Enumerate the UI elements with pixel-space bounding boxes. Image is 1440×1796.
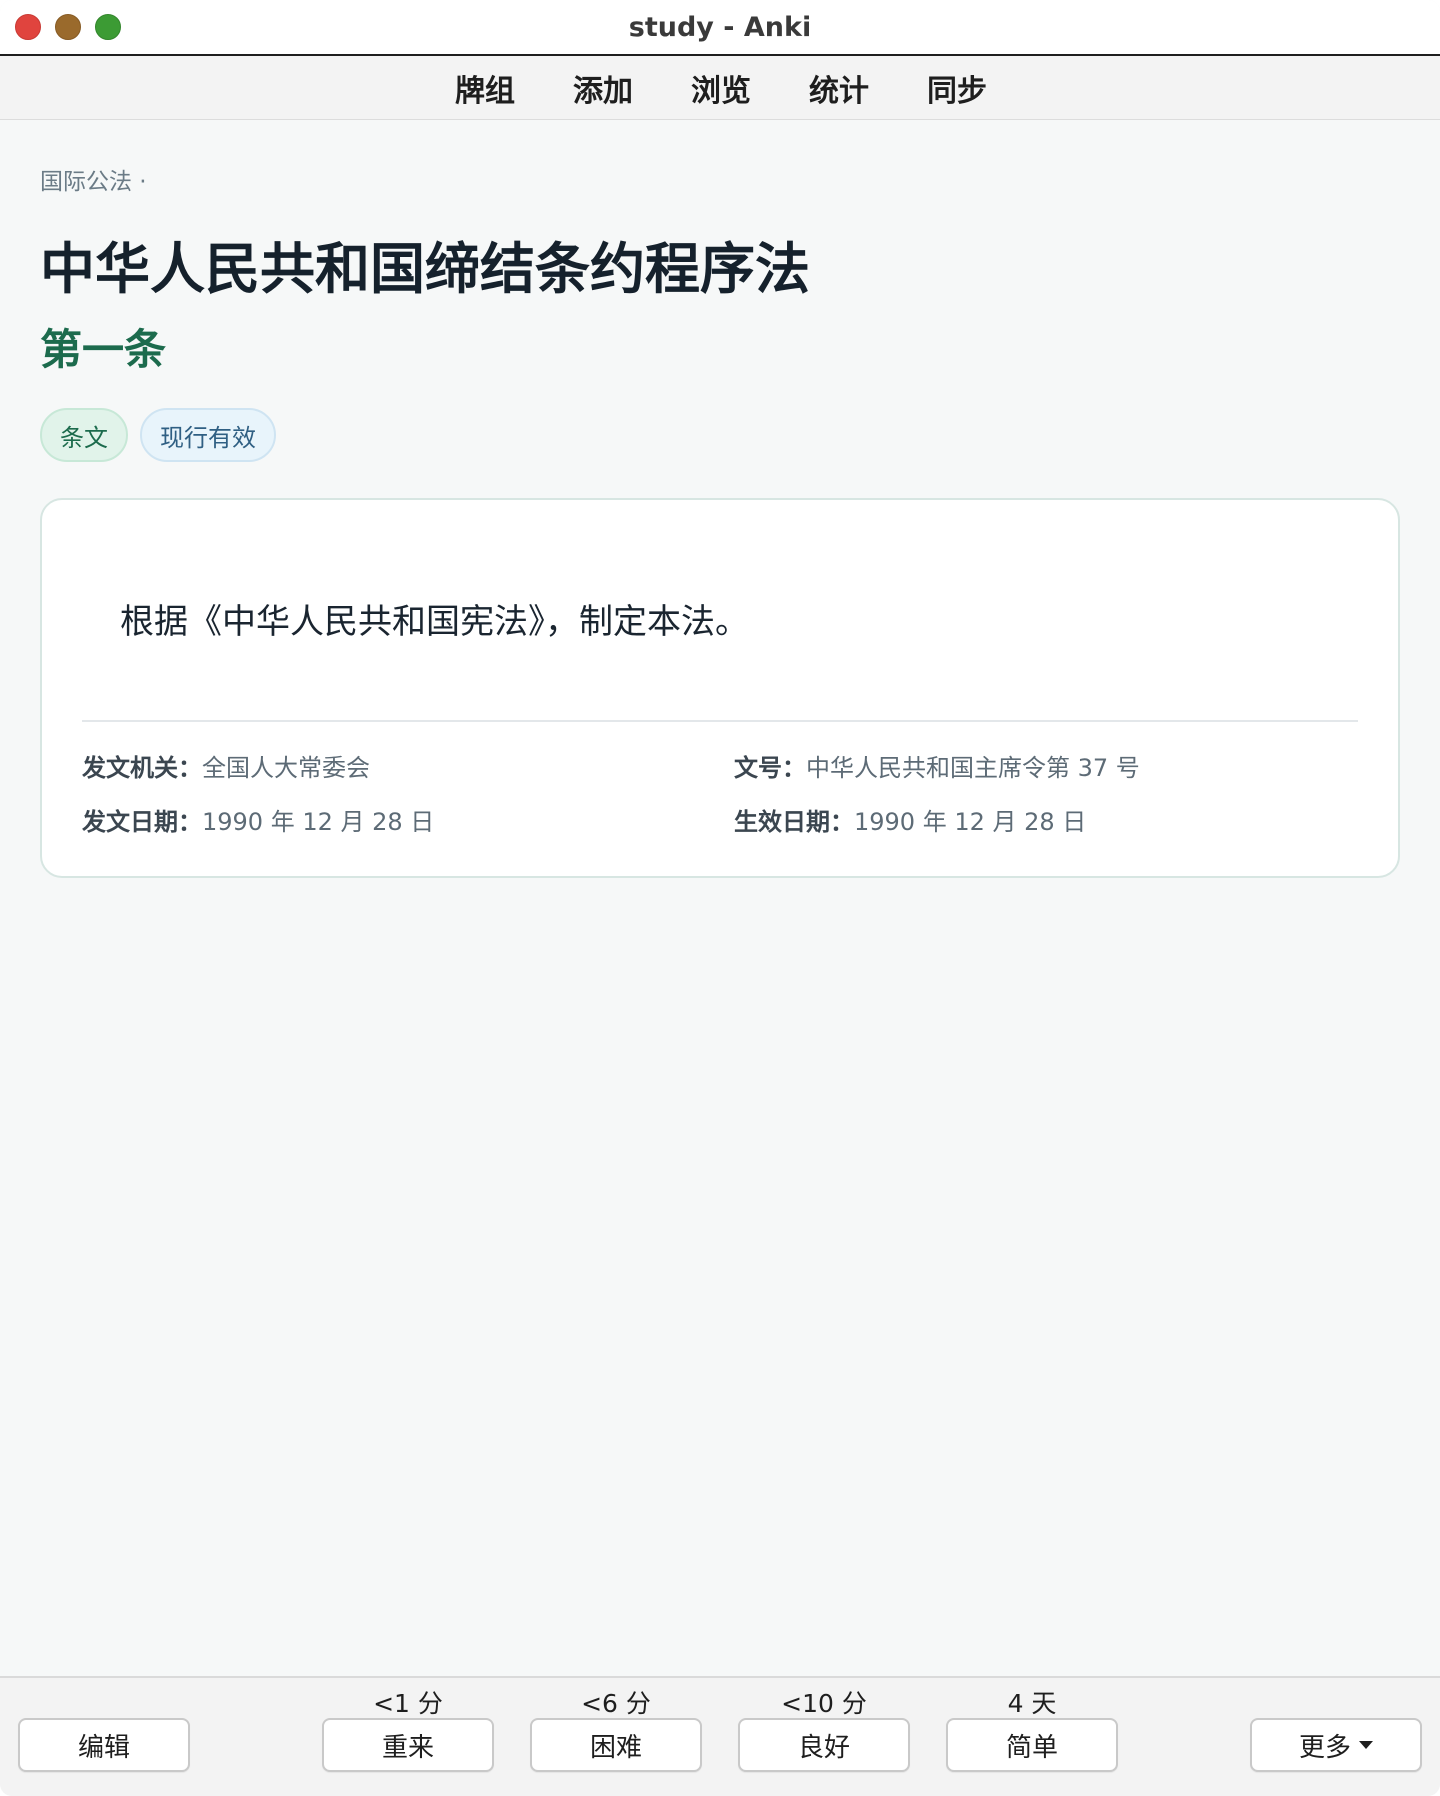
toolbar-decks[interactable]: 牌组 bbox=[455, 62, 515, 114]
meta-effective-date-value: 1990 年 12 月 28 日 bbox=[854, 808, 1087, 836]
article-card: 根据《中华人民共和国宪法》，制定本法。 发文机关：全国人大常委会 文号：中华人民… bbox=[40, 498, 1400, 878]
article-title: 第一条 bbox=[40, 325, 167, 374]
divider bbox=[82, 720, 1358, 722]
good-button[interactable]: 良好 bbox=[738, 1718, 910, 1772]
meta-doc-no-label: 文号： bbox=[734, 754, 806, 782]
meta-effective-date: 生效日期：1990 年 12 月 28 日 bbox=[734, 802, 1086, 837]
meta-effective-date-label: 生效日期： bbox=[734, 808, 854, 836]
anki-window: study - Anki 牌组 添加 浏览 统计 同步 国际公法 · 中华人民共… bbox=[0, 0, 1440, 1796]
meta-issuer: 发文机关：全国人大常委会 bbox=[82, 748, 370, 783]
tag-status: 现行有效 bbox=[140, 408, 276, 462]
more-button-label: 更多 bbox=[1298, 1732, 1351, 1763]
again-interval: <1 分 bbox=[373, 1689, 443, 1718]
breadcrumb: 国际公法 · bbox=[40, 169, 147, 195]
easy-interval: 4 天 bbox=[1007, 1689, 1057, 1718]
meta-issue-date: 发文日期：1990 年 12 月 28 日 bbox=[82, 802, 434, 837]
hard-button[interactable]: 困难 bbox=[530, 1718, 702, 1772]
toolbar-add[interactable]: 添加 bbox=[573, 62, 633, 114]
article-text: 根据《中华人民共和国宪法》，制定本法。 bbox=[120, 602, 749, 642]
meta-issuer-value: 全国人大常委会 bbox=[202, 754, 370, 782]
review-bottom-bar: 编辑 <1 分 重来 <6 分 困难 <10 分 良好 4 天 简单 更多 bbox=[0, 1676, 1440, 1796]
tag-article: 条文 bbox=[40, 408, 128, 462]
window-title: study - Anki bbox=[628, 12, 812, 43]
meta-doc-no-value: 中华人民共和国主席令第 37 号 bbox=[806, 754, 1140, 782]
title-bar: study - Anki bbox=[0, 0, 1440, 56]
good-interval: <10 分 bbox=[781, 1689, 867, 1718]
edit-button[interactable]: 编辑 bbox=[18, 1718, 190, 1772]
hard-interval: <6 分 bbox=[581, 1689, 651, 1718]
toolbar-browse[interactable]: 浏览 bbox=[691, 62, 751, 114]
chevron-down-icon bbox=[1359, 1741, 1373, 1749]
law-title: 中华人民共和国缔结条约程序法 bbox=[40, 237, 811, 301]
again-button[interactable]: 重来 bbox=[322, 1718, 494, 1772]
toolbar-stats[interactable]: 统计 bbox=[809, 62, 869, 114]
meta-issue-date-value: 1990 年 12 月 28 日 bbox=[202, 808, 435, 836]
tag-list: 条文 现行有效 bbox=[40, 408, 276, 462]
meta-issue-date-label: 发文日期： bbox=[82, 808, 202, 836]
main-toolbar: 牌组 添加 浏览 统计 同步 bbox=[0, 56, 1440, 120]
meta-issuer-label: 发文机关： bbox=[82, 754, 202, 782]
easy-button[interactable]: 简单 bbox=[946, 1718, 1118, 1772]
toolbar-sync[interactable]: 同步 bbox=[927, 62, 987, 114]
more-button[interactable]: 更多 bbox=[1250, 1718, 1422, 1772]
meta-doc-no: 文号：中华人民共和国主席令第 37 号 bbox=[734, 748, 1140, 783]
